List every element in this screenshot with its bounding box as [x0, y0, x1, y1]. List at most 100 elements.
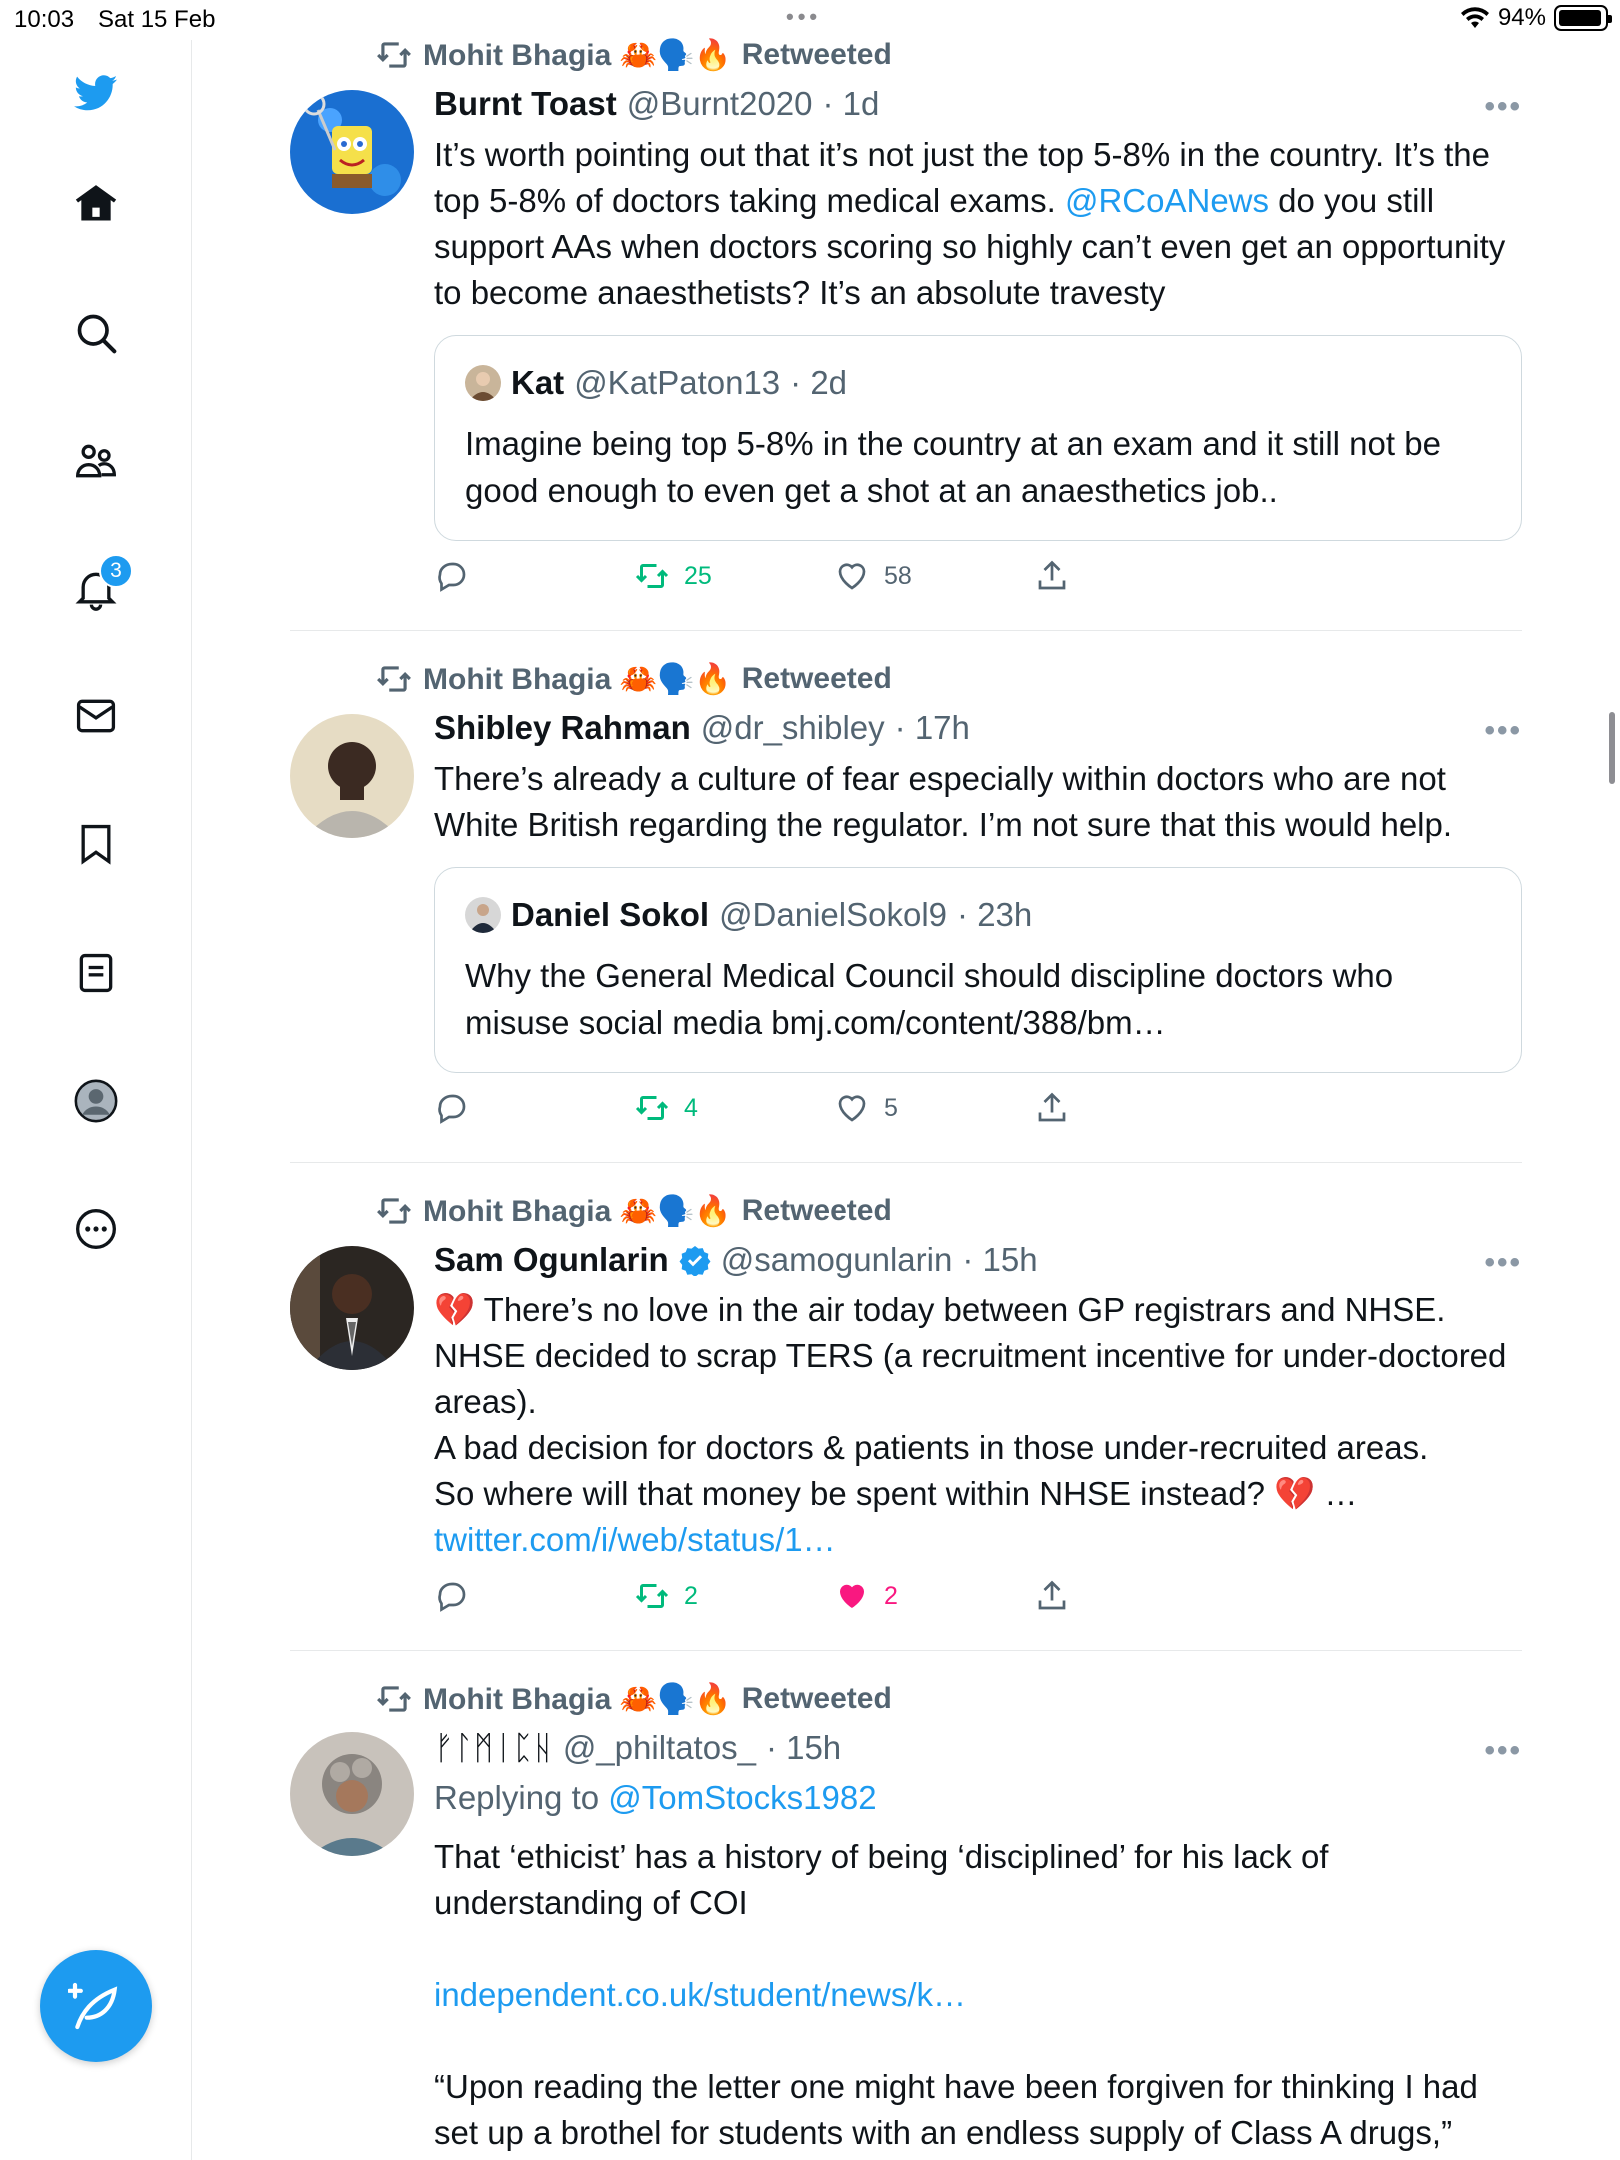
retweet-icon: [635, 1096, 669, 1120]
retweet-context: Mohit Bhagia 🦀🗣️🔥 Retweeted: [375, 1679, 892, 1719]
tweet-text: There’s already a culture of fear especi…: [434, 760, 1453, 843]
profile-icon[interactable]: [63, 1068, 129, 1134]
retweet-button[interactable]: 25: [634, 558, 712, 594]
retweet-icon: [635, 1584, 669, 1608]
like-button[interactable]: 5: [834, 1090, 898, 1126]
author-name[interactable]: ᚠᛚᛗᛁᛈᚺ: [434, 1729, 553, 1767]
retweet-button[interactable]: 2: [634, 1578, 698, 1614]
tweet-divider: [290, 1162, 1522, 1163]
quoted-tweet[interactable]: Daniel Sokol @DanielSokol9 · 23h Why the…: [434, 867, 1522, 1073]
quoted-tweet-header: Kat @KatPaton13 · 2d: [465, 364, 847, 402]
author-name[interactable]: Sam Ogunlarin: [434, 1241, 669, 1279]
like-button[interactable]: 58: [834, 558, 912, 594]
more-options-icon[interactable]: •••: [1484, 1246, 1522, 1280]
compose-tweet-button[interactable]: [40, 1950, 152, 2062]
tweet-line: 💔 There’s no love in the air today betwe…: [434, 1291, 1446, 1328]
tweet-text: 💔 There’s no love in the air today betwe…: [434, 1287, 1524, 1563]
retweet-label: Retweeted: [741, 1194, 892, 1227]
retweet-label: Retweeted: [741, 38, 892, 71]
share-icon: [1038, 1580, 1066, 1610]
tweet-time[interactable]: · 17h: [895, 709, 970, 747]
like-count: 58: [884, 561, 912, 590]
share-icon: [1038, 1092, 1066, 1122]
avatar[interactable]: [290, 714, 414, 838]
tweet-time[interactable]: · 1d: [823, 85, 880, 123]
twitter-logo-icon[interactable]: [63, 60, 129, 126]
tweet-link[interactable]: independent.co.uk/student/news/k…: [434, 1972, 1524, 2018]
battery-percent: 94%: [1497, 4, 1546, 31]
tweet-actions: 4 5: [434, 1090, 1134, 1134]
retweet-icon: [377, 1198, 411, 1224]
tweet-time[interactable]: · 15h: [766, 1729, 841, 1767]
tweet-line: So where will that money be spent within…: [434, 1475, 1358, 1512]
like-count: 2: [884, 1581, 898, 1610]
retweet-context: Mohit Bhagia 🦀🗣️🔥 Retweeted: [375, 1191, 892, 1231]
share-button[interactable]: [1034, 1090, 1070, 1126]
reply-button[interactable]: [434, 558, 470, 594]
quoted-avatar: [465, 365, 501, 401]
author-handle[interactable]: @_philtatos_: [563, 1729, 756, 1767]
author-handle[interactable]: @dr_shibley: [701, 709, 885, 747]
share-button[interactable]: [1034, 558, 1070, 594]
author-name[interactable]: Shibley Rahman: [434, 709, 691, 747]
status-bar: 10:03 Sat 15 Feb ••• 94%: [0, 0, 1620, 40]
tweet-link[interactable]: twitter.com/i/web/status/1…: [434, 1517, 1524, 1563]
quoted-tweet-header: Daniel Sokol @DanielSokol9 · 23h: [465, 896, 1032, 934]
quoted-author-handle: @DanielSokol9: [719, 896, 948, 933]
retweeter-name[interactable]: Mohit Bhagia 🦀🗣️🔥: [423, 1682, 732, 1717]
heart-icon: [838, 1095, 866, 1122]
retweeter-name[interactable]: Mohit Bhagia 🦀🗣️🔥: [423, 662, 732, 697]
tweet-divider: [290, 1650, 1522, 1651]
retweet-icon: [377, 666, 411, 692]
more-icon[interactable]: [63, 1196, 129, 1262]
retweet-icon: [377, 42, 411, 68]
compose-tweet-icon: [68, 1982, 118, 2030]
author-name[interactable]: Burnt Toast: [434, 85, 617, 123]
messages-icon[interactable]: [63, 683, 129, 749]
author-handle[interactable]: @Burnt2020: [627, 85, 813, 123]
retweet-button[interactable]: 4: [634, 1090, 698, 1126]
share-button[interactable]: [1034, 1578, 1070, 1614]
multitasking-dots-icon[interactable]: •••: [786, 4, 821, 30]
search-icon[interactable]: [63, 300, 129, 366]
heart-icon: [838, 563, 866, 590]
more-options-icon[interactable]: •••: [1484, 714, 1522, 748]
quoted-tweet[interactable]: Kat @KatPaton13 · 2d Imagine being top 5…: [434, 335, 1522, 541]
tweet-header: Shibley Rahman @dr_shibley · 17h: [434, 706, 970, 750]
retweeter-name[interactable]: Mohit Bhagia 🦀🗣️🔥: [423, 1194, 732, 1229]
replying-label: Replying to: [434, 1779, 600, 1816]
quoted-avatar: [465, 897, 501, 933]
retweet-label: Retweeted: [741, 1682, 892, 1715]
retweet-count: 25: [684, 561, 712, 590]
quoted-author-name: Kat: [511, 364, 565, 401]
mention-link[interactable]: @RCoANews: [1065, 182, 1269, 219]
more-options-icon[interactable]: •••: [1484, 1734, 1522, 1768]
avatar[interactable]: [290, 1732, 414, 1856]
tweet-line: A bad decision for doctors & patients in…: [434, 1429, 1429, 1466]
avatar[interactable]: [290, 1246, 414, 1370]
home-icon[interactable]: [63, 171, 129, 237]
quoted-text: Imagine being top 5-8% in the country at…: [465, 425, 1441, 509]
like-button[interactable]: 2: [834, 1578, 898, 1614]
like-count: 5: [884, 1093, 898, 1122]
reply-button[interactable]: [434, 1090, 470, 1126]
scrollbar[interactable]: [1609, 712, 1615, 784]
notifications-icon[interactable]: 3: [63, 554, 133, 622]
retweet-icon: [635, 564, 669, 588]
avatar[interactable]: [290, 90, 414, 214]
retweet-icon: [377, 1686, 411, 1712]
reply-mention-link[interactable]: @TomStocks1982: [608, 1779, 876, 1816]
reply-button[interactable]: [434, 1578, 470, 1614]
author-handle[interactable]: @samogunlarin: [721, 1241, 953, 1279]
lists-icon[interactable]: [63, 940, 129, 1006]
status-time: 10:03: [14, 6, 75, 33]
tweet-line: NHSE decided to scrap TERS (a recruitmen…: [434, 1337, 1507, 1420]
bookmarks-icon[interactable]: [63, 811, 129, 877]
reply-icon: [438, 1582, 466, 1612]
tweet-header: ᚠᛚᛗᛁᛈᚺ @_philtatos_ · 15h: [434, 1726, 841, 1770]
status-date: Sat 15 Feb: [98, 6, 216, 33]
communities-icon[interactable]: [63, 428, 129, 494]
tweet-time[interactable]: · 15h: [962, 1241, 1037, 1279]
retweeter-name[interactable]: Mohit Bhagia 🦀🗣️🔥: [423, 38, 732, 73]
more-options-icon[interactable]: •••: [1484, 90, 1522, 124]
